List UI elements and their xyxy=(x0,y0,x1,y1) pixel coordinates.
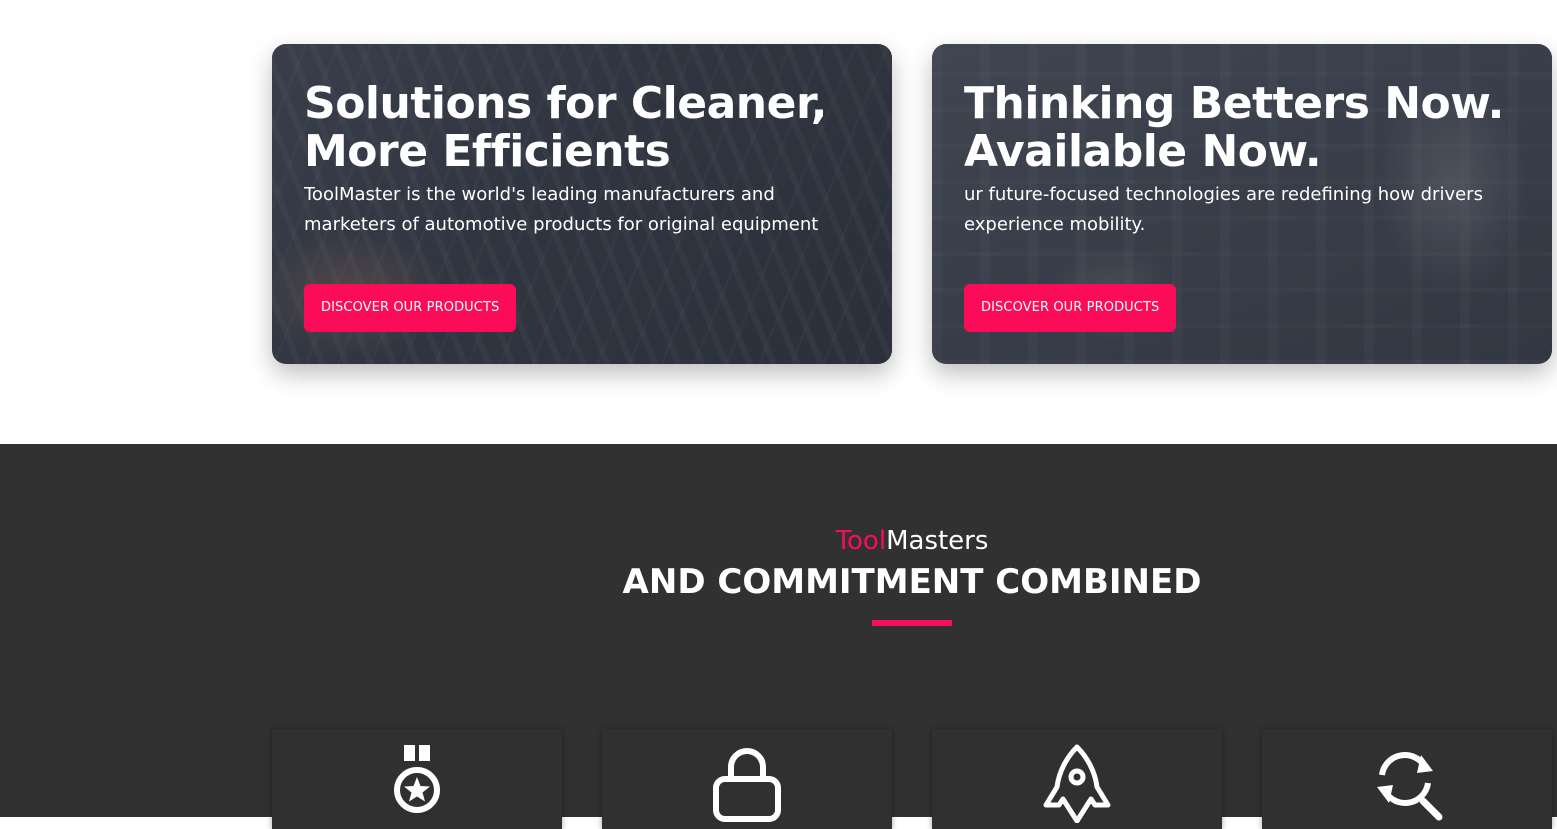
promo-card-solutions: Solutions for Cleaner, More Efficients T… xyxy=(272,44,892,364)
promo-card-title: Solutions for Cleaner, More Efficients xyxy=(304,78,827,177)
discover-products-button[interactable]: Discover our products xyxy=(304,284,517,332)
promo-card-title: Thinking Betters Now. Available Now. xyxy=(964,78,1504,177)
subtitle-accent: Tool xyxy=(835,526,887,556)
discover-products-button[interactable]: Discover our products xyxy=(964,284,1177,332)
section-title: AND COMMITMENT COMBINED xyxy=(622,562,1202,602)
section-subtitle: ToolMasters xyxy=(0,526,1557,556)
title-divider xyxy=(872,620,952,626)
feature-card-speed xyxy=(932,729,1222,829)
promo-card-description: ur future-focused technologies are redef… xyxy=(964,184,1483,235)
feature-card-quality xyxy=(272,729,562,829)
medal-icon xyxy=(377,743,457,823)
feature-card-research xyxy=(1262,729,1552,829)
promo-card-description: ToolMaster is the world's leading manufa… xyxy=(304,184,819,235)
promo-card-thinking: Thinking Betters Now. Available Now. ur … xyxy=(932,44,1552,364)
feature-card-security xyxy=(602,729,892,829)
commitment-section: ToolMasters AND COMMITMENT COMBINED xyxy=(0,444,1557,829)
subtitle-rest: Masters xyxy=(886,526,989,556)
hero-cards-section: Solutions for Cleaner, More Efficients T… xyxy=(0,0,1557,444)
rocket-icon xyxy=(1037,743,1117,823)
search-refresh-icon xyxy=(1367,743,1447,823)
lock-icon xyxy=(707,743,787,823)
